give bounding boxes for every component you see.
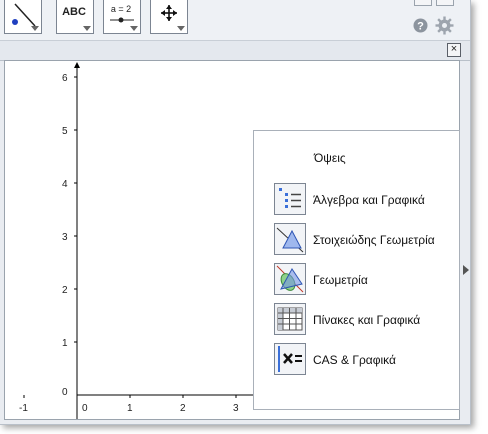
x-tick-label: -1 <box>19 403 28 414</box>
help-icon[interactable]: ? <box>413 18 428 33</box>
x-tick-label: 0 <box>82 403 88 414</box>
text-tool-button[interactable]: ABC <box>56 0 94 34</box>
algebra-graphics-icon <box>274 183 306 215</box>
spreadsheet-icon <box>274 303 306 335</box>
cas-icon <box>274 343 306 375</box>
svg-text:?: ? <box>417 21 424 33</box>
y-tick-label: 2 <box>62 285 68 296</box>
perspectives-title: Όψεις <box>314 151 346 165</box>
x-tick-label: 2 <box>180 403 186 414</box>
perspective-item-geometry[interactable]: Γεωμετρία <box>274 263 459 297</box>
y-tick-label: 3 <box>62 232 68 243</box>
x-tick-label: 3 <box>233 403 239 414</box>
slider-tool-button[interactable]: a = 2 <box>103 0 141 34</box>
chevron-down-icon <box>83 26 91 31</box>
y-tick-label: 0 <box>62 387 68 398</box>
window-button-right[interactable] <box>436 0 454 6</box>
y-axis-arrow-icon <box>74 62 80 68</box>
chevron-down-icon <box>130 26 138 31</box>
perspective-label: Στοιχειώδης Γεωμετρία <box>313 233 435 247</box>
y-tick-label: 6 <box>62 73 68 84</box>
chevron-down-icon <box>177 26 185 31</box>
toolbar: ABC a = 2 ? <box>0 0 470 40</box>
text-tool-label: ABC <box>62 6 86 18</box>
geometry-icon <box>274 263 306 295</box>
y-tick-label: 5 <box>62 126 68 137</box>
perspective-item-cas[interactable]: CAS & Γραφικά <box>274 343 459 377</box>
perspective-label: Γεωμετρία <box>313 273 368 287</box>
perspective-item-algebra[interactable]: Άλγεβρα και Γραφικά <box>274 183 459 217</box>
gear-icon[interactable] <box>435 16 454 35</box>
window-button-left[interactable] <box>414 0 432 6</box>
chevron-down-icon <box>31 26 39 31</box>
move-graphics-tool-button[interactable] <box>150 0 188 34</box>
y-tick-label: 4 <box>62 179 68 190</box>
perspective-label: CAS & Γραφικά <box>313 353 396 367</box>
view-title-bar: × <box>0 40 470 61</box>
close-icon[interactable]: × <box>447 43 461 57</box>
dock-arrow-icon[interactable] <box>463 265 469 275</box>
perspective-label: Πίνακες και Γραφικά <box>313 313 421 327</box>
y-tick-label: 1 <box>62 338 68 349</box>
perspective-item-spreadsheet[interactable]: Πίνακες και Γραφικά <box>274 303 459 337</box>
perspectives-panel: Όψεις Άλγεβρα και Γραφικά Στοιχειώδης Γε… <box>253 130 460 410</box>
perspective-label: Άλγεβρα και Γραφικά <box>313 193 425 207</box>
perspective-item-basic-geometry[interactable]: Στοιχειώδης Γεωμετρία <box>274 223 459 257</box>
geogebra-window: ABC a = 2 ? × 6 5 4 3 2 1 0 -1 0 1 2 3 Ό… <box>0 0 471 425</box>
x-tick-label: 1 <box>127 403 133 414</box>
point-line-tool-button[interactable] <box>4 0 42 34</box>
basic-geometry-icon <box>274 223 306 255</box>
